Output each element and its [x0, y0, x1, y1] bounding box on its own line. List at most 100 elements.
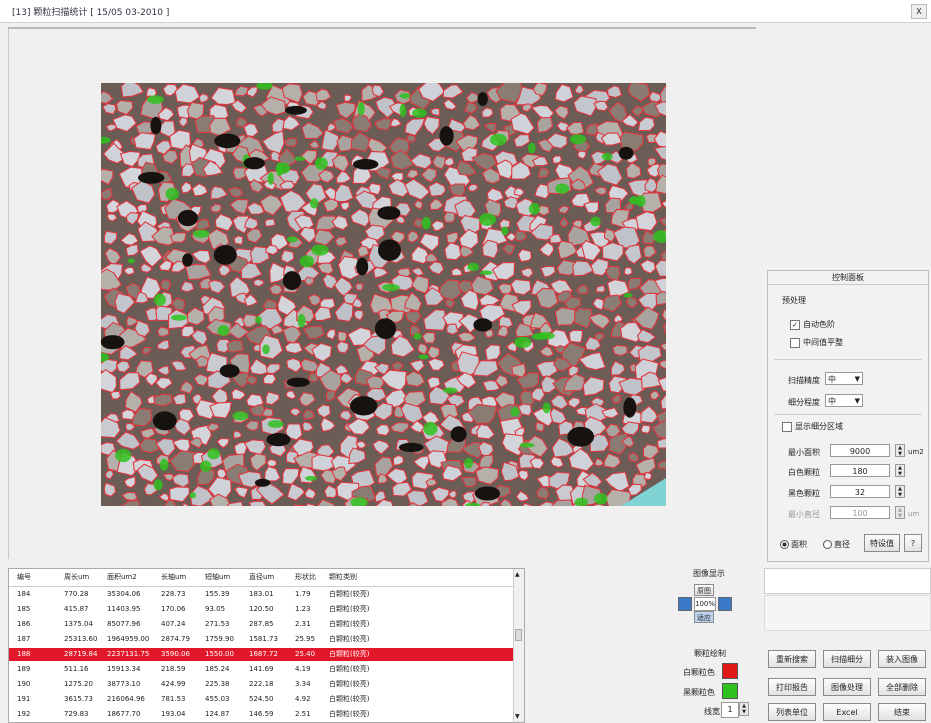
table-cell: 186	[17, 618, 30, 631]
radio-area[interactable]: 面积	[780, 539, 807, 550]
table-cell: 25.95	[295, 633, 315, 646]
table-row[interactable]: 185415.8711403.95170.0693.05120.501.23白颗…	[9, 603, 514, 616]
close-button[interactable]: X	[911, 4, 927, 19]
table-cell: 189	[17, 663, 30, 676]
column-header[interactable]: 面积um2	[107, 571, 137, 584]
help-button[interactable]: ?	[904, 534, 922, 552]
table-cell: 781.53	[161, 693, 186, 706]
special-value-button[interactable]: 特设值	[864, 534, 900, 552]
table-cell: 白颗粒(较亮)	[329, 618, 369, 631]
table-cell: 白颗粒(较亮)	[329, 588, 369, 601]
column-header[interactable]: 颗粒类别	[329, 571, 357, 584]
checkbox-empty-icon	[790, 338, 800, 348]
min-diam-spinner[interactable]: ▲▼	[895, 506, 905, 519]
scrollbar-thumb[interactable]	[515, 629, 522, 641]
window-title: [13] 颗粒扫描统计 [ 15/05 03-2010 ]	[12, 5, 169, 18]
column-header[interactable]: 编号	[17, 571, 31, 584]
scan-subdiv-button[interactable]: 扫描细分	[823, 650, 871, 668]
subdiv-precision-value: 中	[828, 397, 836, 406]
delete-all-button[interactable]: 全部删除	[878, 678, 926, 696]
black-particle-spinner[interactable]: ▲▼	[895, 485, 905, 498]
table-cell: 184	[17, 588, 30, 601]
table-cell: 白颗粒(较亮)	[329, 633, 369, 646]
particle-image[interactable]	[101, 83, 666, 506]
table-cell: 524.50	[249, 693, 274, 706]
median-filter-label: 中间值平整	[803, 338, 843, 347]
show-subdiv-checkbox[interactable]: 显示细分区域	[782, 421, 843, 432]
table-row[interactable]: 192729.8318677.70193.04124.87146.592.51白…	[9, 708, 514, 721]
table-cell: 2237131.75	[107, 648, 149, 661]
table-cell: 白颗粒(较亮)	[329, 648, 369, 661]
table-cell: 15913.34	[107, 663, 140, 676]
auto-color-label: 自动色阶	[803, 320, 835, 329]
fit-button[interactable]: 适应	[694, 611, 714, 623]
load-image-button[interactable]: 装入图像	[878, 650, 926, 668]
excel-button[interactable]: Excel	[823, 703, 871, 721]
table-cell: 155.39	[205, 588, 230, 601]
line-width-input[interactable]: 1	[721, 702, 739, 718]
min-diam-input[interactable]: 100	[830, 506, 890, 519]
table-cell: 1.79	[295, 588, 311, 601]
table-row[interactable]: 189511.1615913.34218.59185.24141.694.19白…	[9, 663, 514, 676]
white-particle-input[interactable]: 180	[830, 464, 890, 477]
control-panel-title: 控制面板	[768, 271, 928, 285]
print-report-button[interactable]: 打印报告	[768, 678, 816, 696]
white-color-swatch[interactable]	[722, 663, 738, 679]
table-cell: 1.23	[295, 603, 311, 616]
table-row[interactable]: 1913615.73216064.96781.53455.03524.504.9…	[9, 693, 514, 706]
finish-button[interactable]: 结束	[878, 703, 926, 721]
scroll-up-icon[interactable]: ▲	[515, 571, 520, 578]
table-row[interactable]: 18828719.842237131.753590.061550.001687.…	[9, 648, 514, 661]
table-cell: 193.04	[161, 708, 186, 721]
column-header[interactable]: 长轴um	[161, 571, 186, 584]
median-filter-checkbox[interactable]: 中间值平整	[790, 337, 843, 348]
table-cell: 1964959.00	[107, 633, 149, 646]
image-process-button[interactable]: 图像处理	[823, 678, 871, 696]
original-image-button[interactable]: 原图	[694, 584, 714, 596]
table-cell: 415.87	[64, 603, 89, 616]
table-cell: 511.16	[64, 663, 89, 676]
show-subdiv-label: 显示细分区域	[795, 422, 843, 431]
column-header[interactable]: 短轴um	[205, 571, 230, 584]
table-cell: 455.03	[205, 693, 230, 706]
tab-divider	[8, 27, 756, 29]
table-cell: 18677.70	[107, 708, 140, 721]
table-scrollbar[interactable]: ▲ ▼	[513, 569, 524, 722]
table-row[interactable]: 184770.2835304.06228.73155.39183.011.79白…	[9, 588, 514, 601]
line-width-spinner[interactable]: ▲▼	[739, 702, 749, 716]
table-cell: 白颗粒(较亮)	[329, 678, 369, 691]
scan-precision-select[interactable]: 中▼	[825, 372, 863, 385]
table-cell: 白颗粒(较亮)	[329, 708, 369, 721]
table-cell: 4.92	[295, 693, 311, 706]
table-row[interactable]: 18725313.601964959.002874.791759.901581.…	[9, 633, 514, 646]
image-display-title: 图像显示	[693, 568, 725, 579]
table-row[interactable]: 1861375.0485077.96407.24271.53287.852.31…	[9, 618, 514, 631]
min-area-input[interactable]: 9000	[830, 444, 890, 457]
table-cell: 188	[17, 648, 30, 661]
divider	[774, 359, 922, 360]
column-header[interactable]: 周长um	[64, 571, 89, 584]
column-header[interactable]: 直径um	[249, 571, 274, 584]
list-units-button[interactable]: 列表单位	[768, 703, 816, 721]
table-cell: 424.99	[161, 678, 186, 691]
auto-color-checkbox[interactable]: ✓自动色阶	[790, 319, 835, 330]
table-cell: 3.34	[295, 678, 311, 691]
white-color-label: 白颗粒色	[683, 667, 715, 678]
radio-diam[interactable]: 直径	[823, 539, 850, 550]
radio-area-label: 面积	[791, 540, 807, 549]
white-particle-spinner[interactable]: ▲▼	[895, 464, 905, 477]
black-color-swatch[interactable]	[722, 683, 738, 699]
table-cell: 白颗粒(较亮)	[329, 603, 369, 616]
table-cell: 85077.96	[107, 618, 140, 631]
min-area-spinner[interactable]: ▲▼	[895, 444, 905, 457]
zoom-out-icon[interactable]	[678, 597, 692, 611]
scroll-down-icon[interactable]: ▼	[515, 713, 520, 720]
subdiv-precision-select[interactable]: 中▼	[825, 394, 863, 407]
table-cell: 187	[17, 633, 30, 646]
rescan-button[interactable]: 重新搜索	[768, 650, 816, 668]
zoom-in-icon[interactable]	[718, 597, 732, 611]
black-particle-input[interactable]: 32	[830, 485, 890, 498]
table-row[interactable]: 1901275.2038773.10424.99225.38222.183.34…	[9, 678, 514, 691]
column-header[interactable]: 形状比	[295, 571, 316, 584]
table-cell: 185.24	[205, 663, 230, 676]
